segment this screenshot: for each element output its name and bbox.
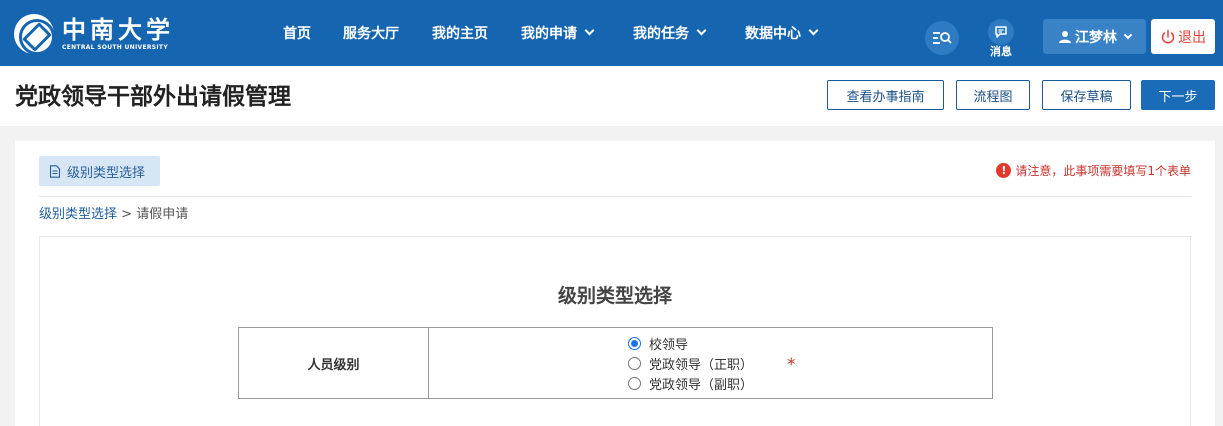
form-tab-level-type[interactable]: 级别类型选择 (39, 156, 160, 186)
radio-option-label: 党政领导（副职） (649, 377, 754, 393)
university-logo[interactable]: 中南大学 CENTRAL SOUTH UNIVERSITY (14, 14, 174, 55)
required-asterisk: * (787, 355, 796, 375)
page-title: 党政领导干部外出请假管理 (15, 84, 291, 110)
document-icon (49, 164, 61, 178)
logout-button[interactable]: 退出 (1151, 19, 1215, 54)
radio-option-label: 党政领导（正职） (649, 357, 754, 373)
user-name: 江梦林 (1075, 29, 1117, 46)
nav-item-home[interactable]: 首页 (283, 0, 311, 66)
section-title: 级别类型选择 (557, 285, 672, 307)
chevron-down-icon (584, 25, 595, 36)
university-emblem-icon (14, 14, 55, 55)
breadcrumb-leave-application: 请假申请 (136, 207, 189, 222)
personnel-level-table: 人员级别 校领导 党政领导（正职） 党政领导（副职） * (238, 327, 993, 399)
next-step-button[interactable]: 下一步 (1141, 80, 1215, 110)
breadcrumb-level-type[interactable]: 级别类型选择 (39, 207, 117, 222)
nav-item-my-applications[interactable]: 我的申请 (521, 0, 595, 66)
nav-item-my-tasks[interactable]: 我的任务 (633, 0, 707, 66)
chevron-down-icon (808, 25, 819, 36)
chevron-down-icon (1123, 30, 1133, 39)
breadcrumb: 级别类型选择 > 请假申请 (39, 206, 188, 224)
page-header: 党政领导干部外出请假管理 查看办事指南 流程图 保存草稿 下一步 (0, 66, 1223, 126)
form-tab-label: 级别类型选择 (67, 165, 146, 181)
form-card: 级别类型选择 ! 请注意，此事项需要填写1个表单 级别类型选择 > 请假申请 级… (15, 141, 1215, 426)
power-icon (1161, 29, 1175, 43)
form-section: 级别类型选择 人员级别 校领导 党政领导（正职） 党政领导（副职） * (39, 236, 1191, 426)
logo-english-name: CENTRAL SOUTH UNIVERSITY (62, 44, 168, 51)
user-icon (1059, 30, 1071, 43)
search-list-icon (933, 32, 952, 44)
breadcrumb-separator: > (121, 207, 133, 222)
nav-item-my-homepage[interactable]: 我的主页 (432, 0, 488, 66)
messages-label: 消息 (990, 45, 1012, 58)
flowchart-button[interactable]: 流程图 (956, 80, 1030, 110)
personnel-level-label: 人员级别 (239, 328, 429, 398)
nav-item-service-hall[interactable]: 服务大厅 (343, 0, 399, 66)
divider (39, 196, 1191, 197)
radio-button[interactable] (628, 356, 641, 370)
radio-option-party-leader-principal[interactable]: 党政领导（正职） (628, 353, 753, 373)
logout-label: 退出 (1178, 29, 1206, 46)
chevron-down-icon (696, 25, 707, 36)
radio-button-selected[interactable] (628, 336, 641, 350)
message-icon (995, 26, 1007, 38)
personnel-level-options: 校领导 党政领导（正职） 党政领导（副职） * (429, 328, 992, 398)
radio-option-party-leader-deputy[interactable]: 党政领导（副职） (628, 373, 753, 393)
user-menu-button[interactable]: 江梦林 (1043, 19, 1146, 54)
nav-item-data-center[interactable]: 数据中心 (745, 0, 819, 66)
alert-icon: ! (996, 163, 1012, 178)
notice-text: 请注意，此事项需要填写1个表单 (1015, 164, 1191, 178)
save-draft-button[interactable]: 保存草稿 (1042, 80, 1131, 110)
top-navbar: 中南大学 CENTRAL SOUTH UNIVERSITY 首页 服务大厅 我的… (0, 0, 1223, 66)
messages-button[interactable]: 消息 (983, 19, 1019, 59)
radio-option-label: 校领导 (649, 337, 689, 353)
search-menu-button[interactable] (925, 21, 959, 55)
view-guide-button[interactable]: 查看办事指南 (827, 80, 944, 110)
form-notice: ! 请注意，此事项需要填写1个表单 (996, 162, 1191, 179)
logo-chinese-name: 中南大学 (62, 15, 174, 44)
radio-button[interactable] (628, 376, 641, 390)
radio-option-school-leader[interactable]: 校领导 (628, 333, 688, 353)
